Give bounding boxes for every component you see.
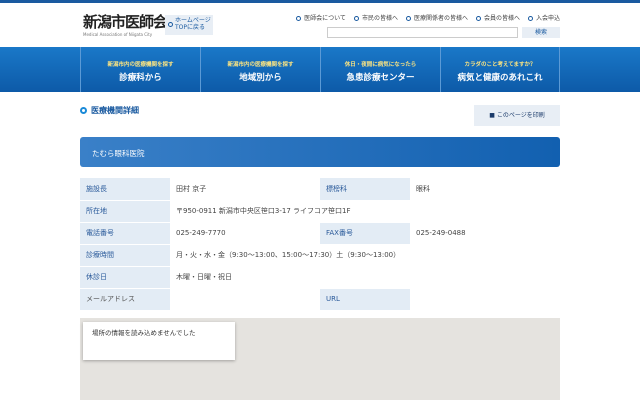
main-nav: 新潟市内の医療機関を探す診療科から 新潟市内の医療機関を探す地域別から 休日・夜… [0, 47, 640, 92]
nav-main: 診療科から [119, 73, 162, 83]
map-error-popup: 場所の情報を読み込めませんでした [83, 322, 235, 360]
link-about[interactable]: 医師会について [296, 13, 346, 22]
value: 月・火・水・金（9:30〜13:00、15:00〜17:30）土（9:30〜13… [170, 244, 560, 267]
value: 〒950-0911 新潟市中央区笹口3-17 ライフコア笹口1F [170, 200, 560, 223]
value: 田村 京子 [170, 178, 320, 201]
circle-icon [353, 16, 359, 21]
value [170, 288, 320, 311]
label: 電話番号 [80, 222, 170, 245]
print-button[interactable]: ■ このページを印刷 [474, 105, 560, 126]
table-row: 休診日 木曜・日曜・祝日 [80, 266, 560, 289]
table-row: 施設長 田村 京子 標榜科 眼科 [80, 178, 560, 201]
circle-icon [296, 16, 302, 21]
label: 施設長 [80, 178, 170, 201]
label: メールアドレス [80, 288, 170, 311]
home-button-line1: ホームページ [175, 17, 211, 24]
nav-sub: 新潟市内の医療機関を探す [107, 62, 174, 68]
link-label: 会員の皆様へ [483, 15, 520, 22]
label: 診療時間 [80, 244, 170, 267]
table-row: 電話番号 025-249-7770 FAX番号 025-249-0488 [80, 222, 560, 245]
page-title-text: 医療機関詳細 [91, 106, 139, 115]
value: 025-249-0488 [410, 222, 560, 245]
hospital-name-header: たむら眼科医院 [80, 137, 560, 167]
table-row: 所在地 〒950-0911 新潟市中央区笹口3-17 ライフコア笹口1F [80, 200, 560, 223]
label: 標榜科 [320, 178, 410, 201]
circle-icon [475, 16, 481, 21]
details-table: 施設長 田村 京子 標榜科 眼科 所在地 〒950-0911 新潟市中央区笹口3-17 … [80, 178, 560, 311]
label: FAX番号 [320, 222, 410, 245]
value: 眼科 [410, 178, 560, 201]
search-button[interactable]: 検索 [522, 27, 560, 38]
value [410, 288, 560, 311]
nav-sub: カラダのこと考えてますか？ [464, 62, 536, 68]
link-label: 医療関係者の皆様へ [413, 15, 468, 22]
label: URL [320, 288, 410, 311]
person-icon: ■ [489, 112, 495, 119]
nav-main: 急患診療センター [346, 73, 415, 83]
nav-sub: 休日・夜間に病気になったら [344, 62, 417, 68]
page-title: 医療機関詳細 [80, 105, 139, 116]
nav-by-area[interactable]: 新潟市内の医療機関を探す地域別から [200, 47, 320, 92]
circle-icon [80, 107, 87, 114]
circle-icon [405, 16, 411, 21]
nav-main: 病気と健康のあれこれ [457, 73, 543, 83]
logo-subtitle: Medical Association of Niigata City [83, 32, 153, 37]
nav-sub: 新潟市内の医療機関を探す [227, 62, 294, 68]
value: 025-249-7770 [170, 222, 320, 245]
link-medical[interactable]: 医療関係者の皆様へ [405, 13, 468, 22]
nav-health[interactable]: カラダのこと考えてますか？ 病気と健康のあれこれ [440, 47, 560, 92]
site-logo[interactable]: 新潟市医師会 Medical Association of Niigata Ci… [83, 11, 168, 37]
home-top-button[interactable]: ホームページ TOPに戻る [165, 15, 213, 35]
print-label: このページを印刷 [496, 112, 545, 119]
nav-by-department[interactable]: 新潟市内の医療機関を探す診療科から [80, 47, 200, 92]
label: 休診日 [80, 266, 170, 289]
label: 所在地 [80, 200, 170, 223]
link-label: 医師会について [304, 15, 346, 22]
nav-emergency[interactable]: 休日・夜間に病気になったら急患診療センター [320, 47, 440, 92]
top-accent-bar [0, 0, 640, 3]
home-button-line2: TOPに戻る [175, 24, 206, 31]
link-label: 入会申込 [535, 15, 560, 22]
search-input[interactable] [327, 27, 518, 38]
link-members[interactable]: 会員の皆様へ [475, 13, 520, 22]
logo-text: 新潟市医師会 [83, 13, 168, 31]
top-links: 医師会について 市民の皆様へ 医療関係者の皆様へ 会員の皆様へ 入会申込 [296, 13, 560, 22]
link-citizens[interactable]: 市民の皆様へ [353, 13, 398, 22]
table-row: 診療時間 月・火・水・金（9:30〜13:00、15:00〜17:30）土（9:3… [80, 244, 560, 267]
circle-icon [527, 16, 533, 21]
circle-icon [168, 22, 173, 27]
link-label: 市民の皆様へ [361, 15, 398, 22]
value: 木曜・日曜・祝日 [170, 266, 560, 289]
nav-main: 地域別から [239, 73, 282, 83]
table-row: メールアドレス URL [80, 288, 560, 311]
link-join[interactable]: 入会申込 [527, 13, 560, 22]
